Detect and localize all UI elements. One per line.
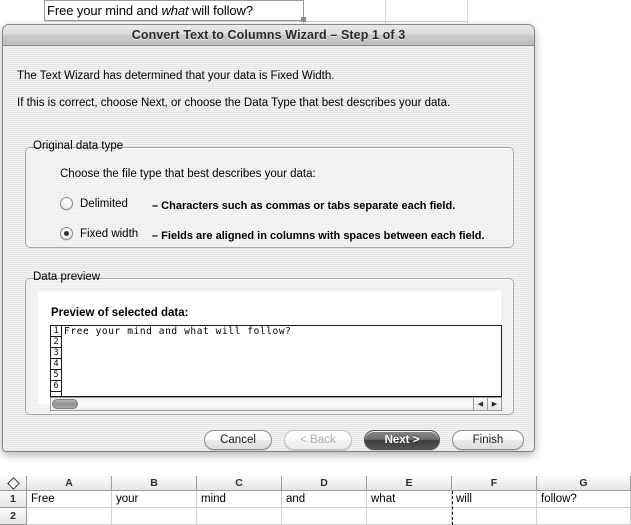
preview-row-number: 6 bbox=[51, 381, 61, 392]
column-header-g[interactable]: G bbox=[537, 476, 631, 491]
convert-text-to-columns-dialog: Convert Text to Columns Wizard – Step 1 … bbox=[2, 24, 535, 452]
preview-panel-title: Preview of selected data: bbox=[51, 307, 189, 319]
finish-button[interactable]: Finish bbox=[452, 430, 524, 450]
paste-boundary-marquee bbox=[452, 491, 453, 525]
radio-option-fixed-width[interactable]: Fixed width bbox=[60, 227, 138, 240]
dialog-title: Convert Text to Columns Wizard – Step 1 … bbox=[131, 28, 406, 42]
column-header-d[interactable]: D bbox=[282, 476, 367, 491]
preview-row-number: 2 bbox=[51, 337, 61, 348]
preview-line bbox=[64, 359, 501, 370]
preview-data-grid[interactable]: 1 2 3 4 5 6 Free your mind and what will… bbox=[50, 325, 502, 397]
group-data-preview: Preview of selected data: 1 2 3 4 5 6 Fr… bbox=[25, 278, 514, 415]
preview-row-number: 5 bbox=[51, 370, 61, 381]
preview-horizontal-scrollbar[interactable]: ◀ ▶ bbox=[50, 397, 502, 411]
group-original-data-type: Choose the file type that best describes… bbox=[25, 147, 514, 248]
result-cell-a2[interactable] bbox=[27, 508, 112, 525]
scrollbar-track[interactable] bbox=[51, 398, 473, 410]
preview-row-number: 3 bbox=[51, 348, 61, 359]
radio-delimited-description: – Characters such as commas or tabs sepa… bbox=[152, 200, 456, 212]
result-cell-e1[interactable]: what bbox=[367, 491, 452, 508]
result-cell-b1[interactable]: your bbox=[112, 491, 197, 508]
radio-delimited-icon[interactable] bbox=[60, 197, 73, 210]
spreadsheet-cell-e1[interactable] bbox=[386, 0, 468, 22]
preview-line bbox=[64, 337, 501, 348]
result-cell-g2[interactable] bbox=[537, 508, 631, 525]
scroll-left-arrow-icon[interactable]: ◀ bbox=[473, 398, 487, 410]
cancel-button[interactable]: Cancel bbox=[204, 430, 272, 450]
column-header-c[interactable]: C bbox=[197, 476, 282, 491]
cell-selection-outline bbox=[44, 0, 304, 21]
result-spreadsheet-bottom[interactable]: A B C D E F G 1 2 Free your mind and wha… bbox=[0, 476, 631, 525]
result-cell-g1[interactable]: follow? bbox=[537, 491, 631, 508]
row-header-2[interactable]: 2 bbox=[0, 508, 27, 525]
scroll-right-arrow-icon[interactable]: ▶ bbox=[487, 398, 501, 410]
group-label-data-preview: Data preview bbox=[33, 271, 101, 283]
column-header-b[interactable]: B bbox=[112, 476, 197, 491]
result-cell-b2[interactable] bbox=[112, 508, 197, 525]
dialog-body: The Text Wizard has determined that your… bbox=[3, 46, 534, 451]
result-cell-c1[interactable]: mind bbox=[197, 491, 282, 508]
radio-fixed-width-icon[interactable] bbox=[60, 227, 73, 240]
result-cell-c2[interactable] bbox=[197, 508, 282, 525]
column-header-e[interactable]: E bbox=[367, 476, 452, 491]
preview-line bbox=[64, 348, 501, 359]
result-cell-f2[interactable] bbox=[452, 508, 537, 525]
result-cell-f1[interactable]: will bbox=[452, 491, 537, 508]
next-button[interactable]: Next > bbox=[364, 430, 440, 450]
column-header-f[interactable]: F bbox=[452, 476, 537, 491]
cell-fill-handle[interactable] bbox=[301, 17, 306, 22]
radio-fixed-width-label: Fixed width bbox=[80, 227, 139, 240]
radio-delimited-label: Delimited bbox=[80, 197, 128, 210]
result-cell-e2[interactable] bbox=[367, 508, 452, 525]
select-all-diamond-icon bbox=[6, 476, 20, 490]
radio-fixed-width-description: – Fields are aligned in columns with spa… bbox=[152, 230, 485, 242]
preview-line: Free your mind and what will follow? bbox=[64, 326, 292, 337]
wizard-paragraph-2: If this is correct, choose Next, or choo… bbox=[17, 97, 451, 109]
back-button[interactable]: < Back bbox=[284, 430, 352, 450]
group-label-original-data-type: Original data type bbox=[33, 140, 124, 152]
dialog-titlebar[interactable]: Convert Text to Columns Wizard – Step 1 … bbox=[3, 25, 534, 46]
select-all-corner-button[interactable] bbox=[0, 476, 27, 491]
result-cell-d1[interactable]: and bbox=[282, 491, 367, 508]
preview-row-number: 4 bbox=[51, 359, 61, 370]
column-header-a[interactable]: A bbox=[27, 476, 112, 491]
preview-row-number-gutter: 1 2 3 4 5 6 bbox=[51, 326, 62, 396]
preview-line bbox=[64, 370, 501, 381]
choose-file-type-prompt: Choose the file type that best describes… bbox=[60, 168, 316, 180]
radio-option-delimited[interactable]: Delimited bbox=[60, 197, 128, 210]
scrollbar-thumb[interactable] bbox=[52, 399, 78, 409]
wizard-paragraph-1: The Text Wizard has determined that your… bbox=[17, 70, 335, 82]
spreadsheet-cell-d1[interactable] bbox=[304, 0, 386, 22]
row-header-1[interactable]: 1 bbox=[0, 491, 27, 508]
preview-text-lines: Free your mind and what will follow? bbox=[62, 326, 501, 396]
preview-panel: Preview of selected data: 1 2 3 4 5 6 Fr… bbox=[38, 291, 502, 411]
dialog-button-row: Cancel < Back Next > Finish bbox=[3, 430, 534, 451]
preview-row-number: 1 bbox=[51, 326, 61, 337]
result-cell-a1[interactable]: Free bbox=[27, 491, 112, 508]
result-cell-d2[interactable] bbox=[282, 508, 367, 525]
preview-line bbox=[64, 381, 501, 392]
